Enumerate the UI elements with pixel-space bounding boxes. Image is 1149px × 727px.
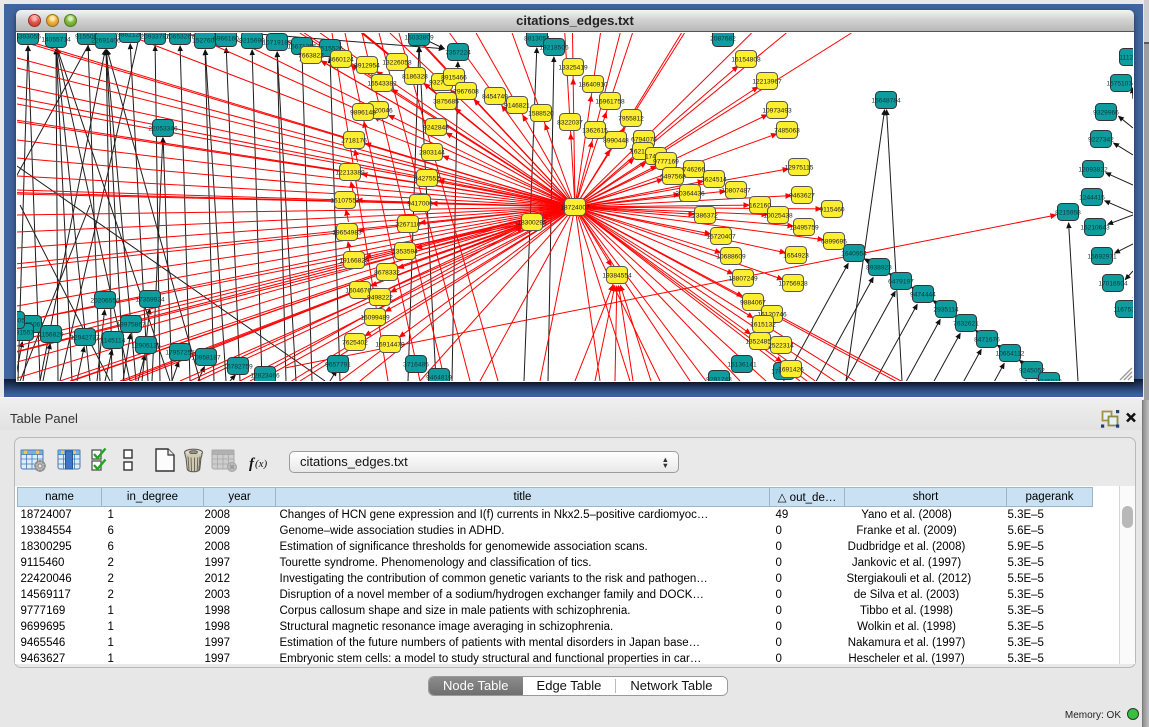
svg-text:(x): (x): [255, 458, 268, 470]
